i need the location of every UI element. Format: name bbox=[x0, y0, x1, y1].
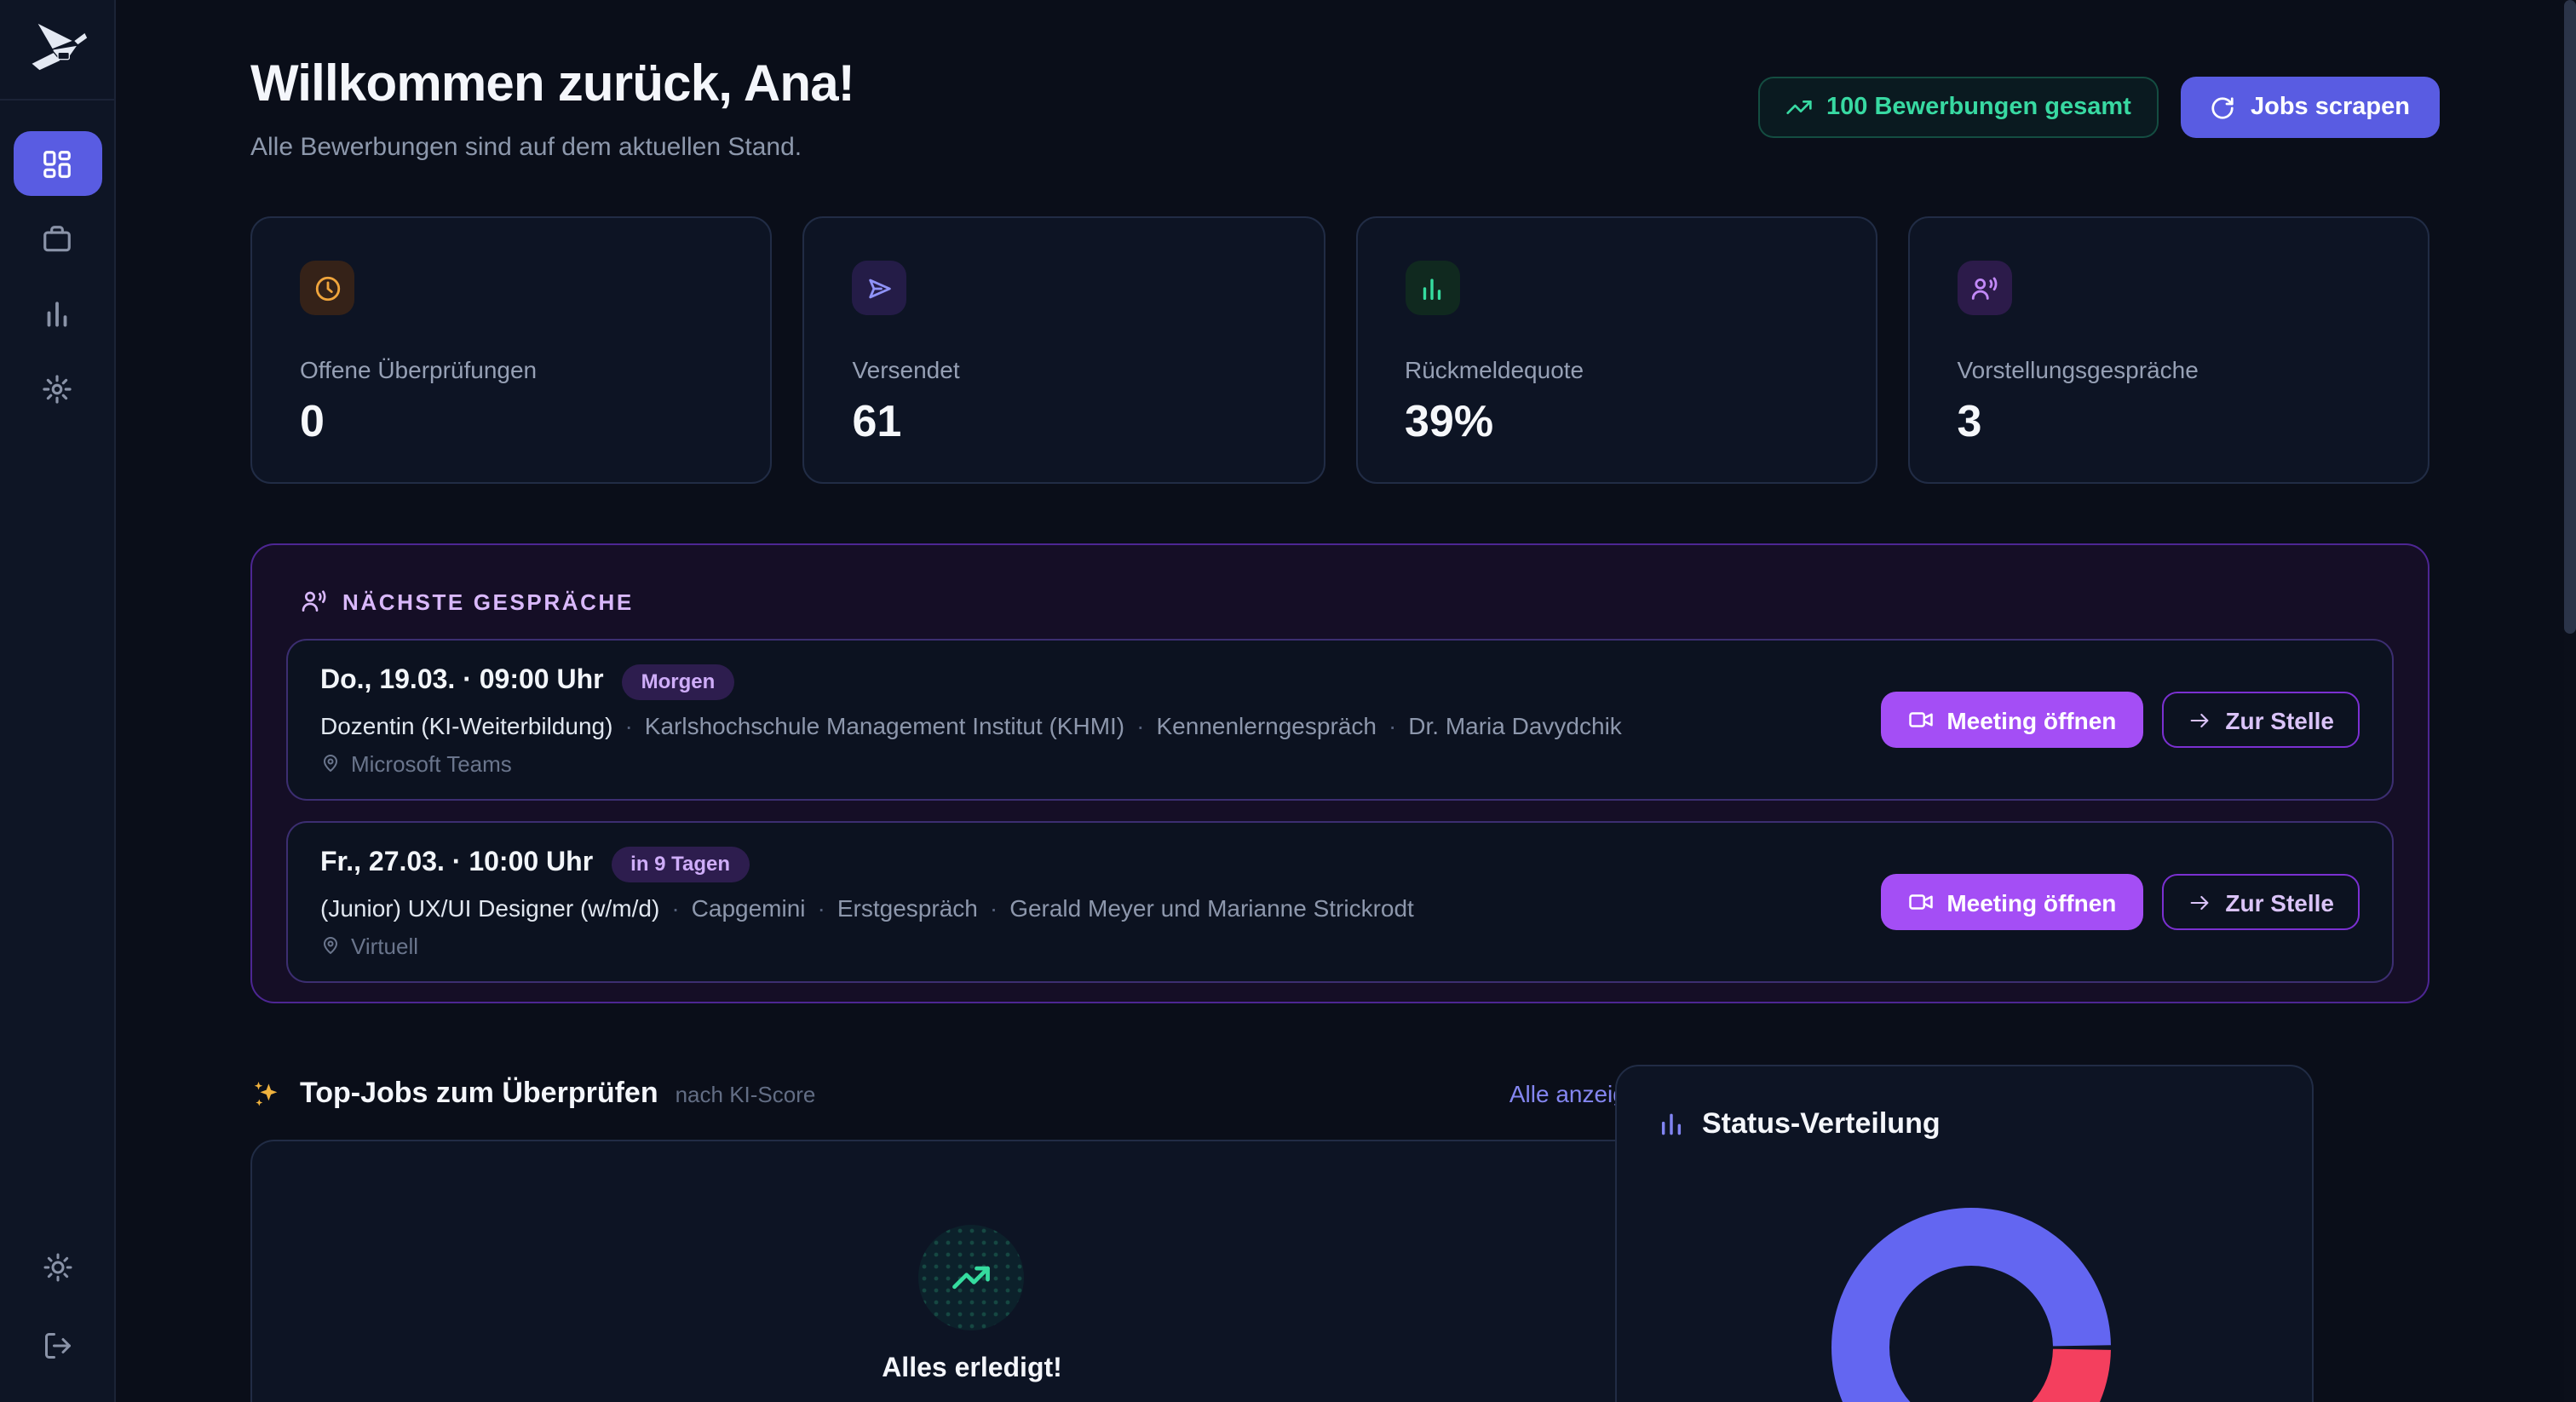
settings-gear-icon bbox=[41, 372, 73, 405]
video-camera-icon bbox=[1907, 889, 1933, 915]
trending-up-icon bbox=[949, 1255, 993, 1300]
app-logo[interactable] bbox=[0, 0, 114, 101]
meeting-location: Microsoft Teams bbox=[320, 750, 1622, 776]
meeting-row: Do., 19.03. · 09:00 Uhr Morgen Dozentin … bbox=[286, 639, 2394, 801]
status-distribution-title: Status-Verteilung bbox=[1702, 1107, 1941, 1141]
sidebar-item-dashboard[interactable] bbox=[13, 131, 101, 196]
meeting-row: Fr., 27.03. · 10:00 Uhr in 9 Tagen (Juni… bbox=[286, 821, 2394, 983]
stat-value: 61 bbox=[853, 395, 1276, 448]
meeting-info: Fr., 27.03. · 10:00 Uhr in 9 Tagen (Juni… bbox=[320, 846, 1414, 958]
total-applications-badge: 100 Bewerbungen gesamt bbox=[1758, 77, 2159, 138]
top-jobs-header: Top-Jobs zum Überprüfen nach KI-Score Al… bbox=[250, 1077, 1690, 1111]
sidebar-item-statistics[interactable] bbox=[13, 281, 101, 346]
all-done-illustration bbox=[918, 1225, 1024, 1330]
status-donut-chart bbox=[1831, 1208, 2111, 1402]
map-pin-icon bbox=[320, 753, 341, 773]
page-subtitle: Alle Bewerbungen sind auf dem aktuellen … bbox=[250, 133, 802, 162]
page-scrollbar bbox=[2564, 0, 2576, 1402]
send-icon bbox=[853, 261, 907, 315]
stat-card-interviews: Vorstellungsgespräche 3 bbox=[1908, 216, 2430, 484]
top-jobs-empty-card: Alles erledigt! bbox=[250, 1140, 1690, 1402]
scrollbar-thumb[interactable] bbox=[2564, 0, 2576, 634]
person-speaking-icon bbox=[300, 588, 327, 615]
scrape-jobs-label: Jobs scrapen bbox=[2251, 94, 2410, 121]
origami-bird-logo-icon bbox=[23, 20, 91, 78]
stat-value: 3 bbox=[1958, 395, 2381, 448]
stat-card-sent: Versendet 61 bbox=[803, 216, 1325, 484]
total-applications-label: 100 Bewerbungen gesamt bbox=[1826, 94, 2131, 121]
sparkles-icon bbox=[250, 1077, 283, 1110]
go-to-job-button[interactable]: Zur Stelle bbox=[2162, 692, 2360, 748]
app-window: Willkommen zurück, Ana! Alle Bewerbungen… bbox=[0, 0, 2576, 1402]
meeting-location: Virtuell bbox=[320, 933, 1414, 958]
arrow-right-icon bbox=[2188, 708, 2211, 732]
meeting-meta: (Junior) UX/UI Designer (w/m/d)·Capgemin… bbox=[320, 893, 1414, 921]
stat-value: 39% bbox=[1405, 395, 1828, 448]
top-jobs-subtitle: nach KI-Score bbox=[676, 1081, 816, 1106]
map-pin-icon bbox=[320, 935, 341, 956]
bar-chart-icon bbox=[1658, 1111, 1685, 1138]
logout-icon bbox=[43, 1330, 73, 1361]
top-jobs-title: Top-Jobs zum Überprüfen bbox=[300, 1077, 658, 1111]
theme-toggle-button[interactable] bbox=[14, 1235, 102, 1300]
dashboard-grid-icon bbox=[41, 147, 73, 180]
stat-label: Offene Überprüfungen bbox=[300, 356, 723, 383]
status-distribution-header: Status-Verteilung bbox=[1658, 1107, 2271, 1141]
meeting-datetime: Do., 19.03. · 09:00 Uhr bbox=[320, 666, 604, 697]
sidebar-bottom bbox=[0, 1235, 116, 1378]
person-speaking-icon bbox=[1958, 261, 2012, 315]
open-meeting-button[interactable]: Meeting öffnen bbox=[1880, 692, 2143, 748]
sidebar-nav bbox=[0, 131, 114, 421]
sidebar-item-jobs[interactable] bbox=[13, 206, 101, 271]
meeting-info: Do., 19.03. · 09:00 Uhr Morgen Dozentin … bbox=[320, 664, 1622, 776]
stat-value: 0 bbox=[300, 395, 723, 448]
sidebar bbox=[0, 0, 116, 1402]
stat-cards-row: Offene Überprüfungen 0 Versendet 61 Rück… bbox=[250, 216, 2429, 484]
sidebar-item-settings[interactable] bbox=[13, 356, 101, 421]
next-meetings-section: NÄCHSTE GESPRÄCHE Do., 19.03. · 09:00 Uh… bbox=[250, 543, 2429, 1003]
meeting-countdown-badge: in 9 Tagen bbox=[612, 846, 749, 882]
arrow-right-icon bbox=[2188, 890, 2211, 914]
stat-label: Rückmeldequote bbox=[1405, 356, 1828, 383]
bar-chart-icon bbox=[41, 297, 73, 330]
go-to-job-button[interactable]: Zur Stelle bbox=[2162, 874, 2360, 930]
status-distribution-card: Status-Verteilung bbox=[1615, 1065, 2314, 1402]
logout-button[interactable] bbox=[14, 1313, 102, 1378]
meeting-actions: Meeting öffnen Zur Stelle bbox=[1880, 874, 2360, 930]
bar-chart-icon bbox=[1405, 261, 1459, 315]
meeting-countdown-badge: Morgen bbox=[623, 664, 734, 699]
stat-card-response-rate: Rückmeldequote 39% bbox=[1355, 216, 1877, 484]
meeting-meta: Dozentin (KI-Weiterbildung)·Karlshochsch… bbox=[320, 711, 1622, 738]
meeting-datetime: Fr., 27.03. · 10:00 Uhr bbox=[320, 848, 593, 879]
meeting-actions: Meeting öffnen Zur Stelle bbox=[1880, 692, 2360, 748]
scrape-jobs-button[interactable]: Jobs scrapen bbox=[2181, 77, 2439, 138]
open-meeting-button[interactable]: Meeting öffnen bbox=[1880, 874, 2143, 930]
next-meetings-header: NÄCHSTE GESPRÄCHE bbox=[300, 588, 2394, 615]
refresh-icon bbox=[2210, 95, 2235, 120]
trending-up-icon bbox=[1785, 94, 1813, 121]
stat-label: Versendet bbox=[853, 356, 1276, 383]
sun-theme-icon bbox=[43, 1252, 73, 1283]
briefcase-icon bbox=[41, 222, 73, 255]
all-done-label: Alles erledigt! bbox=[252, 1354, 1692, 1385]
clock-icon bbox=[300, 261, 354, 315]
next-meetings-title: NÄCHSTE GESPRÄCHE bbox=[342, 589, 634, 614]
page-title: Willkommen zurück, Ana! bbox=[250, 56, 854, 114]
stat-card-open-reviews: Offene Überprüfungen 0 bbox=[250, 216, 773, 484]
video-camera-icon bbox=[1907, 707, 1933, 733]
stat-label: Vorstellungsgespräche bbox=[1958, 356, 2381, 383]
